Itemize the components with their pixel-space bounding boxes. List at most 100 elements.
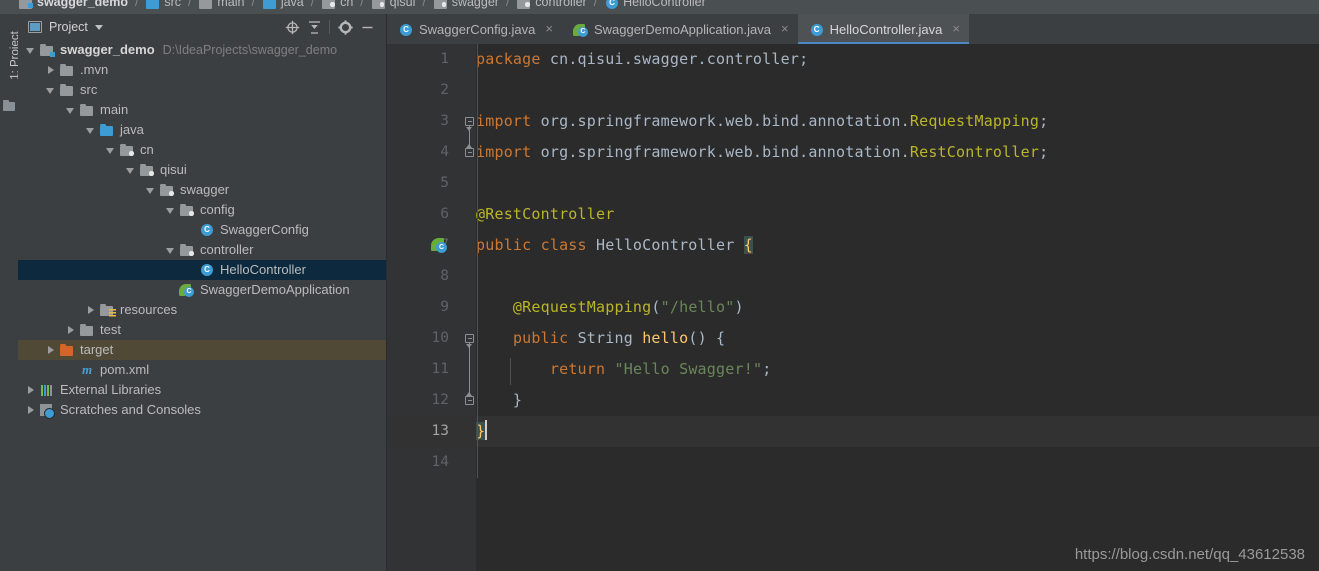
spring-class-icon: C (179, 282, 195, 298)
fold-marker[interactable] (469, 126, 470, 149)
tree-node-test[interactable]: test (18, 320, 386, 340)
tree-node-label: src (80, 82, 98, 97)
chevron-right-icon[interactable] (46, 65, 55, 75)
breadcrumb-item-swagger-demo[interactable]: swagger_demo (18, 0, 128, 9)
tree-node-hellocontroller[interactable]: C HelloController (18, 260, 386, 280)
folder-icon (3, 100, 15, 111)
tree-node-resources[interactable]: resources (18, 300, 386, 320)
editor-area: C SwaggerConfig.java × C SwaggerDemoApplicat… (387, 14, 1319, 571)
code-editor[interactable]: 1 package cn.qisui.swagger.controller; 2 3 i… (387, 44, 1319, 571)
tree-node-pom-xml[interactable]: m pom.xml (18, 360, 386, 380)
chevron-right-icon[interactable] (46, 345, 55, 355)
breadcrumb-item-main[interactable]: main (198, 0, 244, 9)
code-line-2[interactable]: 2 (387, 75, 1319, 106)
close-icon[interactable]: × (952, 22, 960, 36)
code-line-7[interactable]: 7public class HelloController { (387, 230, 1319, 261)
code-line-14[interactable]: 14 (387, 447, 1319, 478)
chevron-down-icon[interactable] (86, 126, 95, 135)
text-caret (485, 420, 487, 440)
chevron-down-icon[interactable] (166, 206, 175, 215)
code-line-4[interactable]: 4 import org.springframework.web.bind.ann… (387, 137, 1319, 168)
tree-node-src[interactable]: src (18, 80, 386, 100)
token: package (476, 50, 550, 68)
tree-node--mvn[interactable]: .mvn (18, 60, 386, 80)
code-line-13[interactable]: 13} (387, 416, 1319, 447)
tree-node-java[interactable]: java (18, 120, 386, 140)
tree-node-config[interactable]: config (18, 200, 386, 220)
gear-icon[interactable] (334, 16, 356, 38)
tree-node-label: controller (200, 242, 254, 257)
chevron-down-icon[interactable] (46, 86, 55, 95)
code-line-3[interactable]: 3 import org.springframework.web.bind.ann… (387, 106, 1319, 137)
editor-tab-swaggerdemoapplication[interactable]: C SwaggerDemoApplication.java × (561, 14, 798, 44)
chevron-down-icon[interactable] (126, 166, 135, 175)
fold-marker[interactable] (465, 117, 474, 126)
breadcrumb-item-hellocontroller[interactable]: C HelloController (604, 0, 706, 9)
tree-node-controller[interactable]: controller (18, 240, 386, 260)
fold-marker[interactable] (469, 343, 470, 397)
spring-bean-icon[interactable]: C (431, 238, 447, 254)
chevron-right-icon[interactable] (26, 405, 35, 415)
line-number: 13 (431, 423, 449, 439)
tree-node-cn[interactable]: cn (18, 140, 386, 160)
code-line-11[interactable]: 11 return "Hello Swagger!"; (387, 354, 1319, 385)
token: return (549, 360, 615, 378)
chevron-down-icon[interactable] (166, 246, 175, 255)
breadcrumb-item-java[interactable]: java (262, 0, 304, 9)
package-icon (159, 182, 175, 198)
chevron-right-icon[interactable] (66, 325, 75, 335)
tree-node-main[interactable]: main (18, 100, 386, 120)
code-line-8[interactable]: 8 (387, 261, 1319, 292)
chevron-down-icon[interactable] (146, 186, 155, 195)
fold-marker[interactable] (465, 148, 474, 157)
code-line-12[interactable]: 12 } (387, 385, 1319, 416)
chevron-down-icon[interactable] (94, 24, 103, 30)
breadcrumb-label: java (280, 0, 304, 9)
resources-folder-icon (99, 302, 116, 318)
close-icon[interactable]: × (781, 22, 789, 36)
breadcrumb-item-cn[interactable]: cn (321, 0, 353, 9)
code-line-9[interactable]: 9 @RequestMapping("/hello") (387, 292, 1319, 323)
breadcrumb-label: swagger_demo (37, 0, 129, 9)
panel-title: Project (49, 20, 88, 34)
code-line-5[interactable]: 5 (387, 168, 1319, 199)
token: import (476, 112, 541, 130)
project-tree[interactable]: swagger_demo D:\IdeaProjects\swagger_demo… (18, 40, 386, 571)
chevron-right-icon[interactable] (86, 305, 95, 315)
tree-node-label: test (100, 322, 121, 337)
collapse-all-icon[interactable] (303, 16, 325, 38)
tree-node-target[interactable]: target (18, 340, 386, 360)
tree-node-external-libraries[interactable]: External Libraries (18, 380, 386, 400)
fold-marker[interactable] (465, 334, 474, 343)
breadcrumb-item-swagger[interactable]: swagger (433, 0, 499, 9)
editor-tab-swaggerconfig[interactable]: C SwaggerConfig.java × (387, 14, 562, 44)
chevron-down-icon[interactable] (106, 146, 115, 155)
crosshair-icon[interactable] (281, 16, 303, 38)
tree-node-label: Scratches and Consoles (60, 402, 201, 417)
chevron-right-icon[interactable] (26, 385, 35, 395)
tree-node-swagger[interactable]: swagger (18, 180, 386, 200)
breadcrumb-item-qisui[interactable]: qisui (371, 0, 415, 9)
code-line-6[interactable]: 6 @RestController (387, 199, 1319, 230)
code-line-1[interactable]: 1 package cn.qisui.swagger.controller; (387, 44, 1319, 75)
editor-tab-hellocontroller[interactable]: C HelloController.java × (797, 14, 970, 44)
tree-node-scratches-and-consoles[interactable]: Scratches and Consoles (18, 400, 386, 420)
chevron-down-icon[interactable] (26, 46, 35, 55)
breadcrumb-item-src[interactable]: src (145, 0, 181, 9)
editor-tab-bar[interactable]: C SwaggerConfig.java × C SwaggerDemoApplicat… (387, 14, 1319, 44)
breadcrumb-item-controller[interactable]: controller (516, 0, 587, 9)
tree-node-swaggerconfig[interactable]: C SwaggerConfig (18, 220, 386, 240)
fold-marker[interactable] (465, 396, 474, 405)
code-line-10[interactable]: 10 public String hello() { (387, 323, 1319, 354)
close-icon[interactable]: × (545, 22, 553, 36)
token: "/hello" (660, 298, 735, 316)
code-canvas[interactable]: 1 package cn.qisui.swagger.controller; 2 3 i… (387, 44, 1319, 571)
tree-node-swagger-demo[interactable]: swagger_demo D:\IdeaProjects\swagger_demo (18, 40, 386, 60)
class-icon: C (199, 262, 215, 278)
tree-node-swaggerdemoapplication[interactable]: C SwaggerDemoApplication (18, 280, 386, 300)
minimize-icon[interactable] (356, 16, 378, 38)
tree-node-qisui[interactable]: qisui (18, 160, 386, 180)
breadcrumb-separator: / (188, 0, 192, 9)
class-icon: C (809, 22, 823, 36)
chevron-down-icon[interactable] (66, 106, 75, 115)
